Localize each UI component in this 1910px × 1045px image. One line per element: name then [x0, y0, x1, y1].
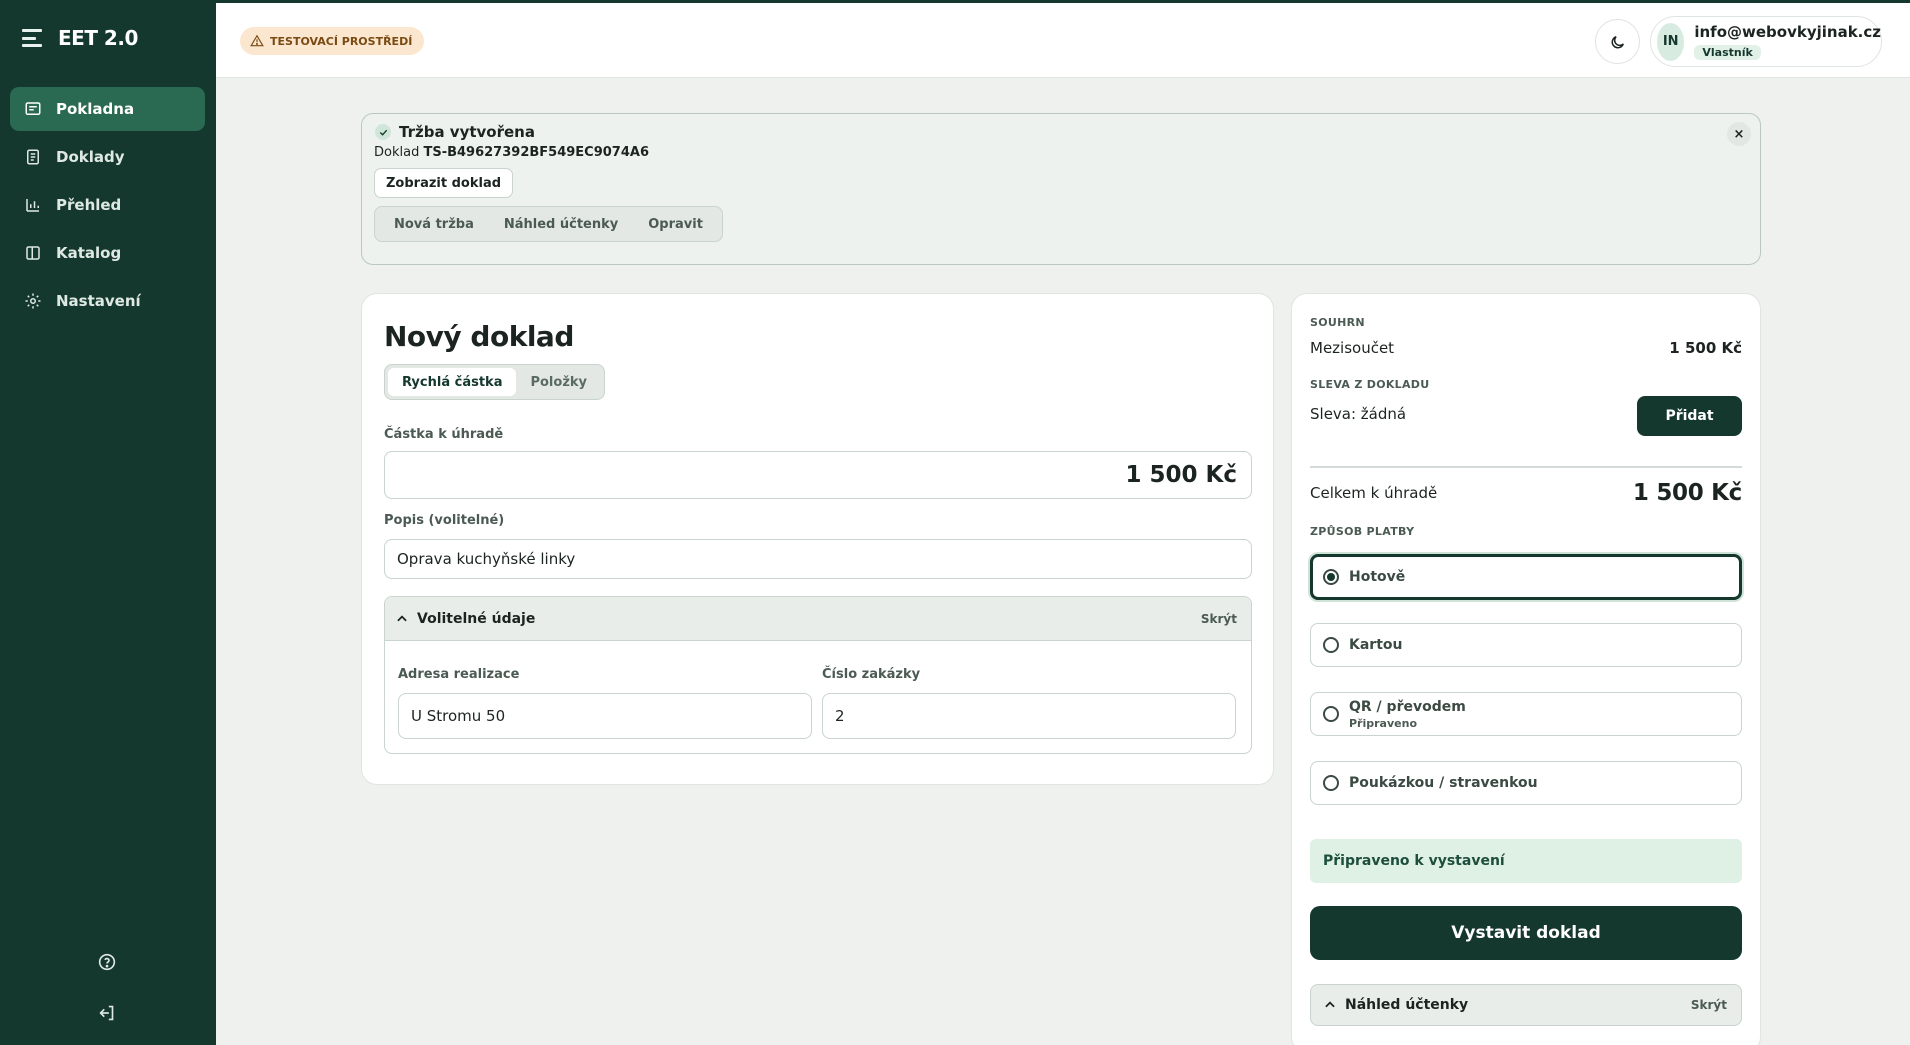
radio-icon: [1323, 775, 1339, 791]
avatar: IN: [1657, 22, 1685, 61]
notice-actions: Nová tržba Náhled účtenky Opravit: [374, 206, 723, 242]
entry-mode-tabs: Rychlá částka Položky: [384, 364, 606, 400]
close-icon[interactable]: ×: [1727, 122, 1751, 146]
menu-icon[interactable]: [22, 29, 42, 47]
success-notice: Tržba vytvořena Doklad TS-B49627392BF549…: [361, 113, 1761, 265]
subtotal-value: 1 500 Kč: [1669, 339, 1742, 357]
issue-document-button[interactable]: Vystavit doklad: [1310, 906, 1742, 960]
description-label: Popis (volitelné): [384, 513, 505, 528]
summary-section-title: SOUHRN: [1310, 316, 1365, 329]
brand-title: EET 2.0: [58, 26, 138, 50]
user-email: info@webovkyjinak.cz: [1694, 23, 1881, 41]
discount-section-title: SLEVA Z DOKLADU: [1310, 378, 1430, 391]
user-role-badge: Vlastník: [1694, 45, 1761, 60]
sidebar-item-nastaveni[interactable]: Nastavení: [10, 279, 205, 323]
order-number-label: Číslo zakázky: [822, 667, 921, 682]
payment-option-label: QR / převodem: [1349, 698, 1466, 715]
ready-status: Připraveno k vystavení: [1310, 839, 1742, 883]
payment-option-label: Poukázkou / stravenkou: [1349, 775, 1538, 791]
description-input[interactable]: [384, 539, 1252, 579]
environment-badge-label: TESTOVACÍ PROSTŘEDÍ: [270, 34, 413, 48]
divider: [1310, 466, 1742, 468]
bar-chart-icon: [24, 196, 42, 214]
sidebar-item-label: Nastavení: [56, 292, 141, 310]
sidebar-item-prehled[interactable]: Přehled: [10, 183, 205, 227]
top-accent-line: [0, 0, 1910, 3]
book-icon: [24, 244, 42, 262]
receipt-preview-button[interactable]: Náhled účtenky: [489, 210, 633, 238]
hide-optional-button[interactable]: Skrýt: [1201, 612, 1237, 626]
discount-value: Sleva: žádná: [1310, 405, 1407, 423]
user-menu[interactable]: IN info@webovkyjinak.cz Vlastník: [1650, 16, 1882, 67]
summary-panel: SOUHRN Mezisoučet 1 500 Kč SLEVA Z DOKLA…: [1291, 293, 1761, 1045]
total-row: Celkem k úhradě 1 500 Kč: [1310, 480, 1742, 506]
sidebar-item-label: Přehled: [56, 196, 122, 214]
sidebar-item-pokladna[interactable]: Pokladna: [10, 87, 205, 131]
notice-doc-id: TS-B49627392BF549EC9074A6: [423, 145, 650, 160]
hide-preview-button[interactable]: Skrýt: [1691, 998, 1727, 1012]
subtotal-label: Mezisoučet: [1310, 339, 1395, 357]
moon-icon: [1611, 35, 1624, 48]
subtotal-row: Mezisoučet 1 500 Kč: [1310, 339, 1742, 357]
add-discount-button[interactable]: Přidat: [1637, 396, 1742, 436]
environment-badge: TESTOVACÍ PROSTŘEDÍ: [240, 27, 425, 55]
tab-quick-amount[interactable]: Rychlá částka: [388, 368, 517, 396]
sidebar-nav: Pokladna Doklady Přehled Katalog Nastave…: [10, 87, 205, 327]
total-label: Celkem k úhradě: [1310, 484, 1438, 502]
receipt-icon: [24, 100, 42, 118]
notice-title: Tržba vytvořena: [399, 123, 535, 141]
sidebar-item-doklady[interactable]: Doklady: [10, 135, 205, 179]
optional-details-header[interactable]: Volitelné údaje Skrýt: [385, 597, 1251, 641]
payment-option-voucher[interactable]: Poukázkou / stravenkou: [1310, 761, 1742, 805]
amount-label: Částka k úhradě: [384, 427, 504, 442]
sidebar: EET 2.0 Pokladna Doklady Přehled Katalog: [0, 0, 216, 1045]
top-header: TESTOVACÍ PROSTŘEDÍ IN info@webovkyjinak…: [216, 3, 1910, 78]
sidebar-item-label: Doklady: [56, 148, 125, 166]
payment-option-sublabel: Připraveno: [1349, 716, 1417, 730]
payment-option-card[interactable]: Kartou: [1310, 623, 1742, 667]
sidebar-item-katalog[interactable]: Katalog: [10, 231, 205, 275]
check-icon: [375, 124, 391, 140]
correct-button[interactable]: Opravit: [633, 210, 718, 238]
discount-row: Sleva: žádná: [1310, 405, 1610, 423]
chevron-up-icon: [397, 614, 407, 621]
chevron-up-icon: [1325, 1001, 1335, 1008]
page-title: Nový doklad: [384, 320, 574, 353]
receipt-preview-header[interactable]: Náhled účtenky Skrýt: [1310, 984, 1742, 1026]
brand: EET 2.0: [22, 26, 138, 50]
radio-icon: [1323, 637, 1339, 653]
amount-input[interactable]: [384, 451, 1252, 499]
sidebar-item-label: Pokladna: [56, 100, 135, 118]
notice-header: Tržba vytvořena: [375, 123, 535, 141]
warning-icon: [250, 34, 264, 47]
logout-icon[interactable]: [96, 1002, 118, 1024]
gear-icon: [24, 292, 42, 310]
address-input[interactable]: [398, 693, 812, 739]
payment-option-cash[interactable]: Hotově: [1310, 554, 1742, 600]
radio-icon: [1323, 706, 1339, 722]
show-document-button[interactable]: Zobrazit doklad: [374, 168, 514, 198]
total-value: 1 500 Kč: [1632, 480, 1742, 506]
order-number-input[interactable]: [822, 693, 1236, 739]
theme-toggle-button[interactable]: [1595, 19, 1640, 64]
payment-option-label: Kartou: [1349, 637, 1403, 653]
tab-items[interactable]: Položky: [516, 368, 601, 396]
optional-details-title: Volitelné údaje: [417, 610, 536, 627]
radio-selected-icon: [1323, 569, 1339, 585]
notice-document-line: Doklad TS-B49627392BF549EC9074A6: [374, 145, 649, 160]
optional-details-panel: Volitelné údaje Skrýt Adresa realizace Č…: [384, 596, 1252, 754]
payment-option-label: Hotově: [1349, 569, 1406, 585]
notice-doc-prefix: Doklad: [374, 145, 420, 160]
payment-option-qr[interactable]: QR / převodem Připraveno: [1310, 692, 1742, 736]
payment-section-title: ZPŮSOB PLATBY: [1310, 525, 1415, 538]
sidebar-item-label: Katalog: [56, 244, 122, 262]
new-document-card: Nový doklad Rychlá částka Položky Částka…: [361, 293, 1274, 785]
help-icon[interactable]: [96, 951, 118, 973]
document-icon: [24, 148, 42, 166]
address-label: Adresa realizace: [398, 667, 520, 682]
receipt-preview-title: Náhled účtenky: [1345, 997, 1469, 1013]
new-sale-button[interactable]: Nová tržba: [379, 210, 489, 238]
